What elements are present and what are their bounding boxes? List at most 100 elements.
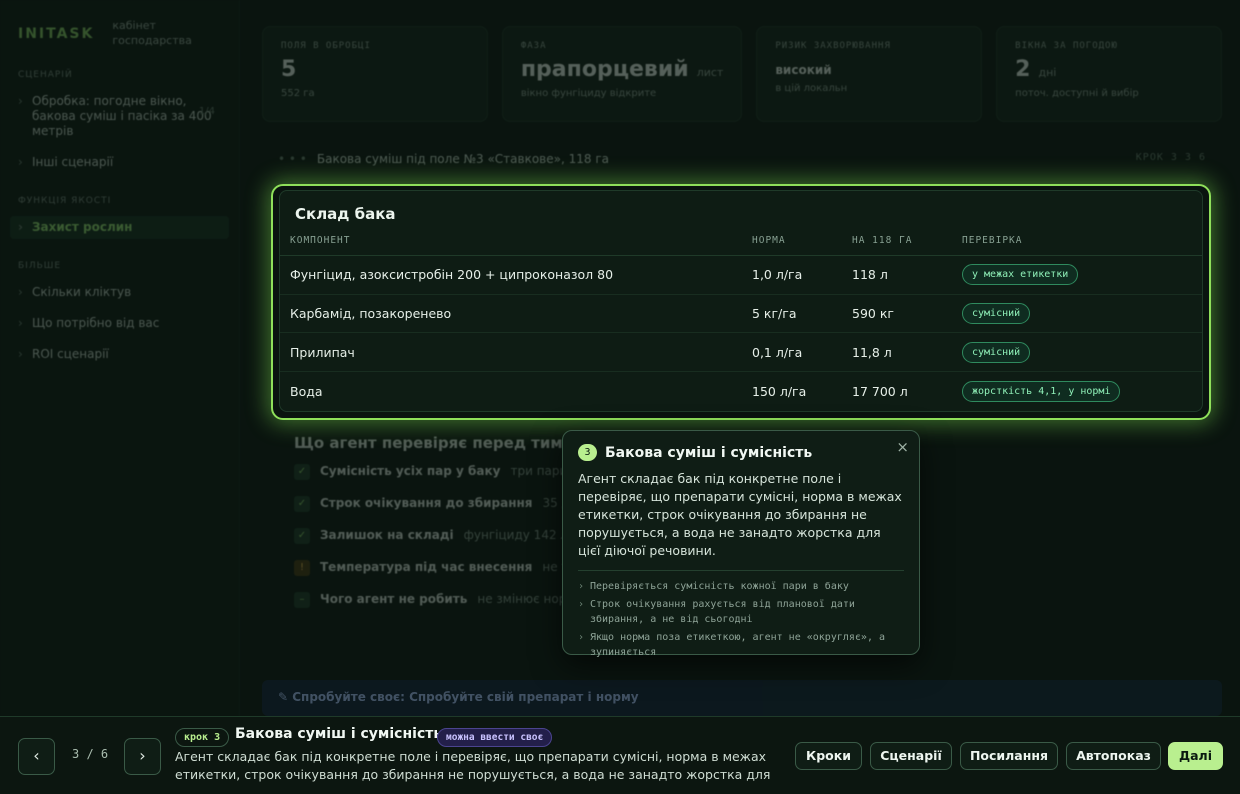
brand-logo: INITASK [18, 26, 95, 42]
stat-sub: вікно фунгіциду відкрите [520, 88, 657, 99]
column-header: НОРМА [742, 235, 842, 256]
popover-title: Бакова суміш і сумісність [605, 444, 813, 461]
brand: INITASK кабінет господарства [18, 18, 229, 48]
cell-component: Фунгіцид, азоксистробін 200 + ципроконаз… [280, 255, 742, 295]
main-content: ПОЛЯ В ОБРОБЦІ 5 552 га ФАЗА прапорцевий… [262, 26, 1223, 166]
sidebar-item-scenario[interactable]: Обробка: погодне вікно, бакова суміш і п… [10, 90, 229, 143]
stats-row: ПОЛЯ В ОБРОБЦІ 5 552 га ФАЗА прапорцевий… [262, 26, 1223, 122]
stat-label: ПОЛЯ В ОБРОБЦІ [281, 41, 371, 51]
check-icon: ✓ [294, 528, 310, 544]
breadcrumb-text: Бакова суміш під поле №3 «Ставкове», 118… [316, 152, 609, 166]
tour-bottom-bar: ‹ 3 / 6 › крок 3 Бакова суміш і сумісніс… [0, 716, 1240, 794]
popover-point: Якщо норма поза етикеткою, агент не «окр… [578, 630, 904, 660]
sidebar-item-label: Обробка: погодне вікно, бакова суміш і п… [32, 94, 212, 138]
try-own-bar[interactable]: ✎ Спробуйте своє: Спробуйте свій препара… [262, 680, 1222, 716]
cell-check: жорсткість 4,1, у нормі [952, 372, 1202, 411]
cell-total: 17 700 л [852, 383, 908, 399]
popover-point: Строк очікування рахується від планової … [578, 597, 904, 627]
table-header-row: КОМПОНЕНТ НОРМА НА 118 ГА ПЕРЕВІРКА [280, 235, 1202, 256]
stat-number: 5 [281, 57, 297, 82]
sidebar-item-plant-protection[interactable]: Захист рослин [10, 216, 229, 239]
stat-card-phase: ФАЗА прапорцевий лист вікно фунгіциду від… [501, 26, 743, 122]
sidebar-section-extra: БІЛЬШЕ [18, 261, 62, 271]
cell-total: 118 л [842, 255, 952, 295]
cell-rate: 150 л/га [752, 383, 807, 399]
popover-header: 3 Бакова суміш і сумісність [578, 444, 904, 461]
tour-highlight: Склад бака КОМПОНЕНТ НОРМА НА 118 ГА ПЕР… [271, 184, 1211, 420]
step-description: Агент складає бак під конкретне поле і п… [175, 749, 771, 782]
stat-value: прапорцевий лист [521, 57, 723, 82]
table-row: Вода 150 л/га 17 700 л жорсткість 4,1, у… [280, 372, 1202, 411]
brand-subtitle-line: господарства [112, 34, 192, 47]
scenario-count: 1/4 [198, 106, 215, 117]
cell-check: сумісний [952, 294, 1202, 334]
divider [578, 570, 904, 571]
status-badge: сумісний [962, 303, 1031, 325]
links-button[interactable]: Посилання [960, 742, 1058, 770]
sidebar-item-roi[interactable]: ROI сценарії [10, 343, 229, 366]
column-header: КОМПОНЕНТ [280, 235, 742, 256]
cell-total: 11,8 л [842, 332, 952, 373]
step-title: Бакова суміш і сумісність [235, 726, 443, 742]
check-label: Сумісність усіх пар у баку [320, 464, 501, 478]
cell-component: Прилипач [280, 332, 742, 373]
stat-label: ФАЗА [520, 41, 547, 51]
stat-sub: в цій локальн [775, 83, 848, 94]
sidebar-item-all-scenarios[interactable]: Інші сценарії [10, 151, 229, 174]
check-label: Строк очікування до збирання [320, 496, 533, 510]
check-desc: три пари [510, 464, 568, 478]
cell-rate: 5 кг/га [742, 294, 842, 334]
breadcrumb: • • • Бакова суміш під поле №3 «Ставкове»… [278, 152, 1206, 166]
cell-rate: 0,1 л/га [742, 332, 842, 373]
check-label: Залишок на складі [320, 528, 454, 542]
table-row: Фунгіцид, азоксистробін 200 + ципроконаз… [280, 255, 1202, 295]
stat-label: РИЗИК ЗАХВОРЮВАННЯ [775, 41, 891, 51]
stat-unit: дні [1038, 66, 1057, 79]
steps-button[interactable]: Кроки [795, 742, 862, 770]
breadcrumb-dots: • • • [278, 152, 307, 166]
popover-body: Агент складає бак під конкретне поле і п… [578, 471, 902, 558]
autoplay-button[interactable]: Автопоказ [1066, 742, 1161, 770]
column-header: ПЕРЕВІРКА [952, 235, 1202, 256]
stat-card-fields: ПОЛЯ В ОБРОБЦІ 5 552 га [262, 26, 488, 122]
cell-component: Вода [290, 383, 323, 399]
next-step-button[interactable]: › [124, 738, 161, 775]
stat-label: ВІКНА ЗА ПОГОДОЮ [1015, 41, 1118, 51]
sidebar-item-clicks[interactable]: Скільки кліктув [10, 281, 229, 304]
step-chip: крок 3 [175, 728, 230, 747]
breadcrumb-step: КРОК 3 З 6 [1135, 152, 1206, 163]
sidebar-item-requirements[interactable]: Що потрібно від вас [10, 312, 229, 335]
sidebar-section-scenarios: СЦЕНАРІЙ [18, 70, 73, 80]
editable-tag: можна ввести своє [437, 728, 553, 747]
stat-sub: 552 га [281, 88, 315, 99]
stat-number: високий [775, 63, 832, 77]
stat-value: 5 [281, 57, 469, 82]
step-counter: 3 / 6 [72, 747, 109, 761]
sidebar-section-quality: ФУНКЦІЯ ЯКОСТІ [18, 196, 112, 206]
cell-rate: 1,0 л/га [742, 255, 842, 295]
tank-title: Склад бака [295, 205, 396, 223]
check-icon: ✓ [294, 496, 310, 512]
scenarios-button[interactable]: Сценарії [870, 742, 952, 770]
stat-value: 2 дні [1015, 57, 1203, 82]
tank-card: Склад бака КОМПОНЕНТ НОРМА НА 118 ГА ПЕР… [279, 190, 1203, 412]
check-icon: ✓ [294, 464, 310, 480]
close-icon[interactable]: × [896, 438, 909, 456]
sidebar: INITASK кабінет господарства СЦЕНАРІЙ Об… [0, 0, 240, 716]
block-icon: – [294, 592, 310, 608]
cell-check: сумісний [952, 332, 1202, 373]
tank-table: КОМПОНЕНТ НОРМА НА 118 ГА ПЕРЕВІРКА Фунг… [280, 235, 1202, 410]
step-number-badge: 3 [578, 444, 597, 461]
status-badge: у межах етикетки [962, 264, 1079, 286]
cell-check: у межах етикетки [952, 255, 1202, 295]
stat-sub: поточ. доступні й вибір [1015, 88, 1139, 99]
stat-card-risk: РИЗИК ЗАХВОРЮВАННЯ високий в цій локальн [756, 26, 983, 122]
prev-step-button[interactable]: ‹ [18, 738, 55, 775]
check-label: Температура під час внесення [320, 560, 533, 574]
warning-icon: ! [294, 560, 310, 576]
check-label: Чого агент не робить [320, 592, 468, 606]
cell-total: 590 кг [842, 294, 952, 334]
brand-subtitle: кабінет господарства [112, 18, 192, 48]
next-button[interactable]: Далі [1168, 742, 1223, 770]
brand-subtitle-line: кабінет [112, 19, 156, 32]
